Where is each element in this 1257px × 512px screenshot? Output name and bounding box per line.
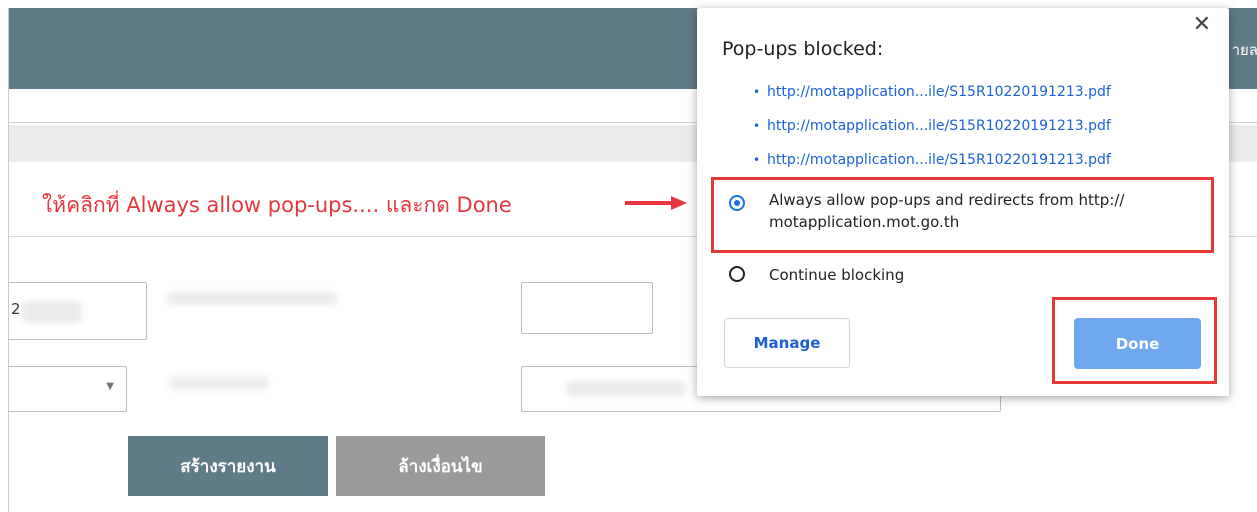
blocked-link-1[interactable]: http://motapplication...ile/S15R10220191…	[767, 84, 1111, 100]
instruction-annotation: ให้คลิกที่ Always allow pop-ups.... และก…	[42, 193, 512, 217]
blurred-label	[169, 376, 269, 390]
text-input-2[interactable]	[521, 282, 653, 334]
header-partial-text: ายล	[1231, 41, 1257, 59]
blocked-link-3[interactable]: http://motapplication...ile/S15R10220191…	[767, 152, 1111, 168]
continue-blocking-radio[interactable]	[729, 266, 745, 282]
bullet: •	[753, 153, 761, 167]
chevron-down-icon: ▼	[106, 381, 114, 392]
text-input-1[interactable]: 2	[9, 282, 147, 340]
input-value: 2	[11, 300, 21, 318]
create-report-button[interactable]: สร้างรายงาน	[128, 436, 328, 496]
highlight-done-button	[1052, 297, 1217, 384]
dialog-title: Pop-ups blocked:	[722, 38, 884, 60]
arrow-right-icon	[625, 196, 687, 210]
clear-conditions-button[interactable]: ล้างเงื่อนไข	[336, 436, 545, 496]
close-icon[interactable]: ✕	[1193, 14, 1211, 36]
blocked-link-2[interactable]: http://motapplication...ile/S15R10220191…	[767, 118, 1111, 134]
bullet: •	[753, 119, 761, 133]
select-dropdown[interactable]: ▼	[9, 366, 127, 412]
manage-button[interactable]: Manage	[724, 318, 850, 368]
continue-blocking-label[interactable]: Continue blocking	[769, 264, 904, 286]
blurred-value	[22, 301, 82, 323]
highlight-allow-option	[711, 177, 1214, 253]
blurred-value	[566, 381, 686, 397]
blurred-label	[167, 291, 337, 305]
bullet: •	[753, 85, 761, 99]
